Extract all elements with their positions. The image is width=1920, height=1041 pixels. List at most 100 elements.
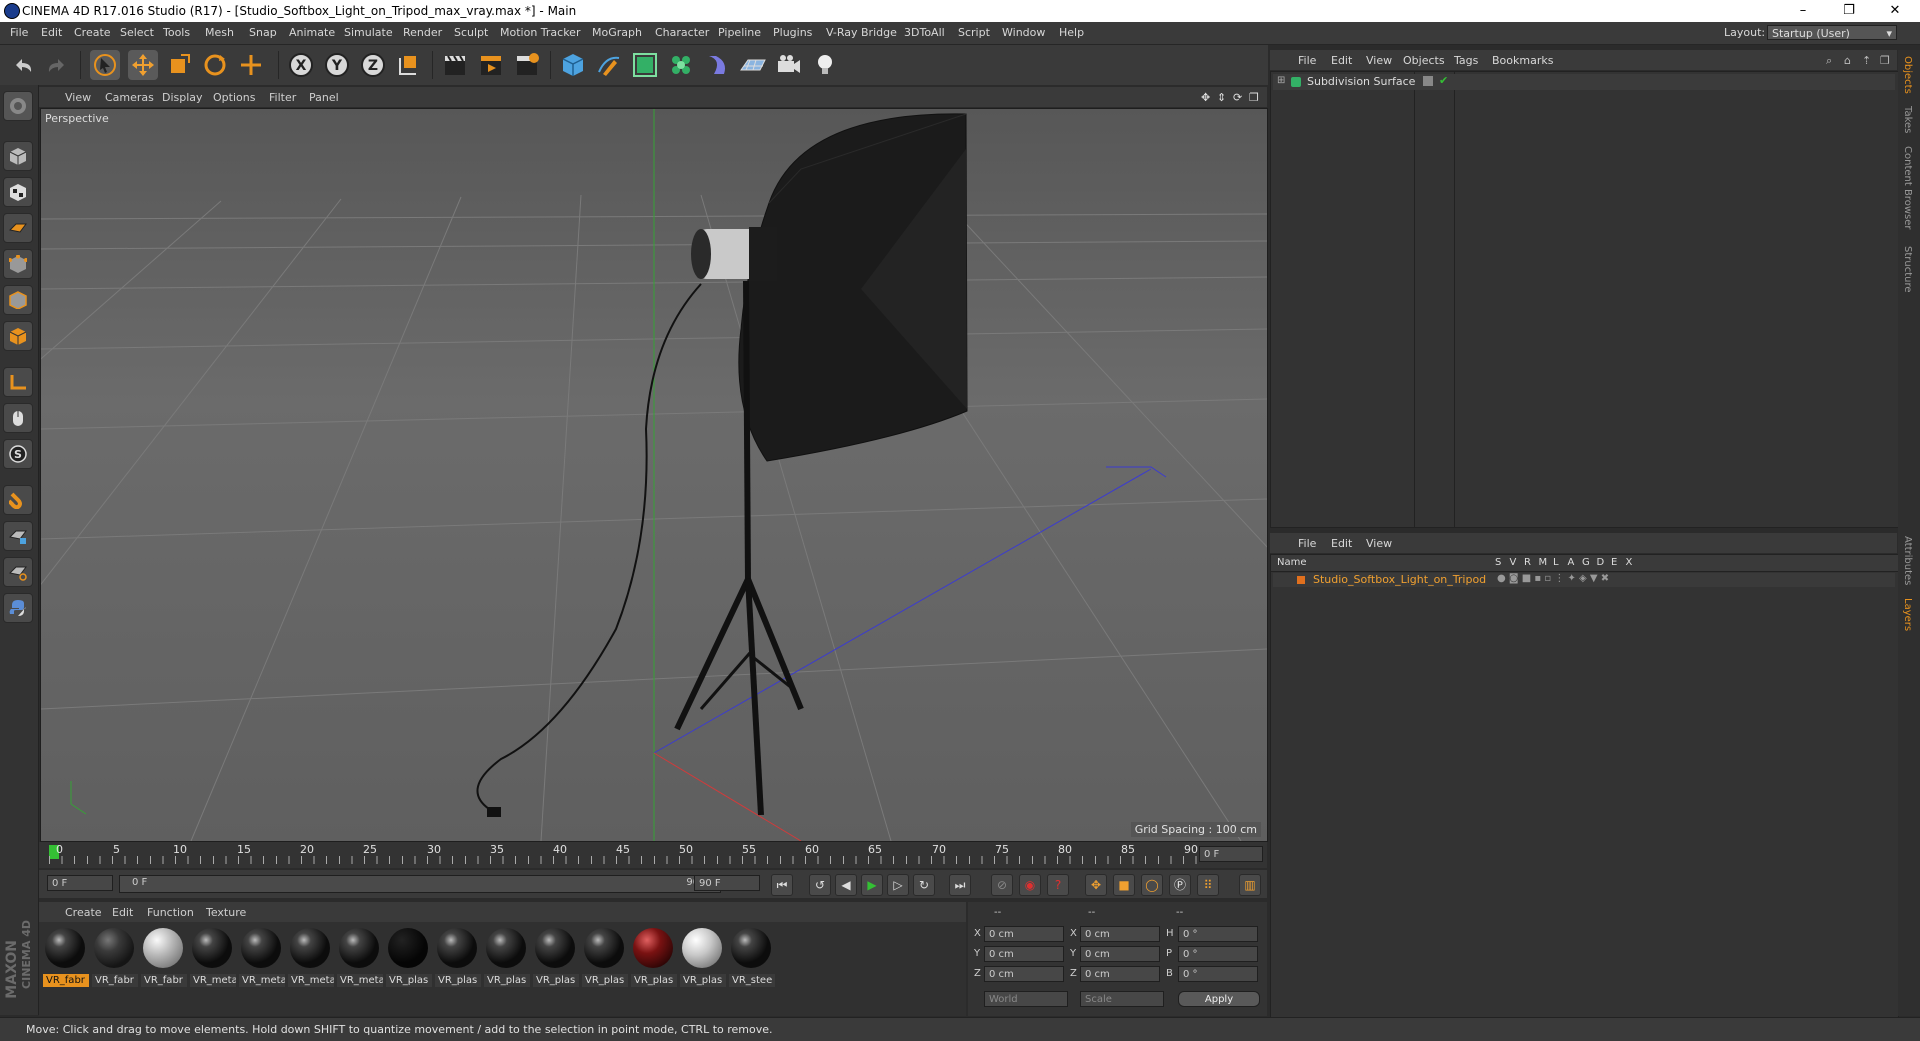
menu-animate[interactable]: Animate bbox=[289, 26, 335, 39]
restore-button[interactable]: ❐ bbox=[1826, 0, 1872, 22]
add-mograph-button[interactable] bbox=[666, 50, 696, 80]
menu-mesh[interactable]: Mesh bbox=[205, 26, 234, 39]
texture-mode-button[interactable] bbox=[3, 177, 33, 207]
menu-window[interactable]: Window bbox=[1002, 26, 1045, 39]
layer-column-d[interactable]: D bbox=[1597, 557, 1605, 568]
snap-button[interactable]: S bbox=[3, 439, 33, 469]
menu-edit[interactable]: Edit bbox=[41, 26, 62, 39]
key-rotation-button[interactable]: ◯ bbox=[1141, 874, 1163, 896]
scale-tool-button[interactable] bbox=[164, 50, 194, 80]
object-menu-tags[interactable]: Tags bbox=[1454, 54, 1478, 67]
viewport-maximize-icon[interactable]: ❐ bbox=[1249, 91, 1259, 104]
next-frame-button[interactable]: ▷ bbox=[887, 874, 909, 896]
layout-select[interactable]: Startup (User) ▾ bbox=[1767, 25, 1897, 40]
menu-vray-bridge[interactable]: V-Ray Bridge bbox=[826, 26, 897, 39]
material-menu-edit[interactable]: Edit bbox=[112, 906, 133, 919]
tweak-mode-button[interactable] bbox=[3, 403, 33, 433]
viewport-menu-cameras[interactable]: Cameras bbox=[105, 91, 154, 104]
add-camera-button[interactable] bbox=[774, 50, 804, 80]
material-swatch[interactable]: VR_meta bbox=[190, 926, 236, 988]
close-button[interactable]: ✕ bbox=[1872, 0, 1918, 22]
edges-mode-button[interactable] bbox=[3, 285, 33, 315]
material-swatch[interactable]: VR_meta bbox=[337, 926, 383, 988]
object-row-subdivision-surface[interactable]: ⊞ Subdivision Surface ✔ bbox=[1273, 74, 1895, 90]
y-axis-button[interactable]: Y bbox=[322, 50, 352, 80]
go-to-start-button[interactable]: ⏮ bbox=[771, 874, 793, 896]
points-mode-button[interactable] bbox=[3, 249, 33, 279]
material-swatch[interactable]: VR_plas bbox=[533, 926, 579, 988]
menu-script[interactable]: Script bbox=[958, 26, 990, 39]
tab-content-browser[interactable]: Content Browser bbox=[1902, 146, 1913, 229]
material-swatch[interactable]: VR_meta bbox=[239, 926, 285, 988]
viewport-menu-options[interactable]: Options bbox=[213, 91, 255, 104]
material-swatch[interactable]: VR_stee bbox=[729, 926, 775, 988]
position-x-field[interactable]: 0 cm bbox=[984, 926, 1064, 942]
menu-plugins[interactable]: Plugins bbox=[773, 26, 812, 39]
layer-menu-file[interactable]: File bbox=[1298, 537, 1316, 550]
material-menu-create[interactable]: Create bbox=[65, 906, 102, 919]
viewport-rotate-icon[interactable]: ⟳ bbox=[1233, 91, 1242, 104]
viewport-menu-filter[interactable]: Filter bbox=[269, 91, 296, 104]
live-selection-button[interactable] bbox=[90, 50, 120, 80]
add-spline-button[interactable] bbox=[594, 50, 624, 80]
new-window-icon[interactable]: ❐ bbox=[1880, 54, 1890, 67]
object-menu-bookmarks[interactable]: Bookmarks bbox=[1492, 54, 1553, 67]
menu-simulate[interactable]: Simulate bbox=[344, 26, 393, 39]
undo-button[interactable] bbox=[8, 50, 38, 80]
menu-3dtoall[interactable]: 3DToAll bbox=[904, 26, 945, 39]
menu-pipeline[interactable]: Pipeline bbox=[718, 26, 761, 39]
size-x-field[interactable]: 0 cm bbox=[1080, 926, 1160, 942]
end-frame-field[interactable]: 90 F bbox=[694, 875, 760, 891]
up-arrow-icon[interactable]: ⇡ bbox=[1862, 54, 1871, 67]
viewport-menu-display[interactable]: Display bbox=[162, 91, 203, 104]
previous-key-button[interactable]: ↺ bbox=[809, 874, 831, 896]
keyframe-selection-button[interactable]: ? bbox=[1047, 874, 1069, 896]
viewport-menu-panel[interactable]: Panel bbox=[309, 91, 339, 104]
apply-button[interactable]: Apply bbox=[1178, 991, 1260, 1007]
x-axis-button[interactable]: X bbox=[286, 50, 316, 80]
z-axis-button[interactable]: Z bbox=[358, 50, 388, 80]
rotation-p-field[interactable]: 0 ° bbox=[1178, 946, 1258, 962]
menu-motion-tracker[interactable]: Motion Tracker bbox=[500, 26, 580, 39]
material-swatch[interactable]: VR_plas bbox=[631, 926, 677, 988]
python-button[interactable] bbox=[3, 593, 33, 623]
layer-column-e[interactable]: E bbox=[1611, 557, 1617, 568]
rotation-b-field[interactable]: 0 ° bbox=[1178, 966, 1258, 982]
viewport-perspective[interactable]: Perspective Grid Spacing : 100 cm bbox=[40, 108, 1268, 842]
workplane-mode-button[interactable] bbox=[3, 213, 33, 243]
play-button[interactable]: ▶ bbox=[861, 874, 883, 896]
planar-workplane-button[interactable] bbox=[3, 557, 33, 587]
material-swatch[interactable]: VR_plas bbox=[680, 926, 726, 988]
axis-mode-button[interactable] bbox=[3, 367, 33, 397]
position-y-field[interactable]: 0 cm bbox=[984, 946, 1064, 962]
enabled-check-icon[interactable]: ✔ bbox=[1439, 74, 1448, 87]
layer-column-r[interactable]: R bbox=[1524, 557, 1531, 568]
viewport-menu-view[interactable]: View bbox=[65, 91, 91, 104]
layer-menu-view[interactable]: View bbox=[1366, 537, 1392, 550]
position-z-field[interactable]: 0 cm bbox=[984, 966, 1064, 982]
model-mode-button[interactable] bbox=[3, 141, 33, 171]
layer-column-a[interactable]: A bbox=[1568, 557, 1575, 568]
menu-tools[interactable]: Tools bbox=[163, 26, 190, 39]
add-cube-button[interactable] bbox=[558, 50, 588, 80]
viewport-dolly-icon[interactable]: ⇕ bbox=[1217, 91, 1226, 104]
size-mode-select[interactable]: Scale bbox=[1080, 991, 1164, 1007]
layer-column-v[interactable]: V bbox=[1510, 557, 1517, 568]
size-z-field[interactable]: 0 cm bbox=[1080, 966, 1160, 982]
add-floor-button[interactable] bbox=[738, 50, 768, 80]
material-swatch[interactable]: VR_fabr bbox=[43, 926, 89, 988]
object-menu-objects[interactable]: Objects bbox=[1403, 54, 1445, 67]
render-picture-viewer-button[interactable] bbox=[476, 50, 506, 80]
menu-character[interactable]: Character bbox=[655, 26, 709, 39]
redo-button[interactable] bbox=[42, 50, 72, 80]
add-generator-button[interactable] bbox=[630, 50, 660, 80]
material-swatch[interactable]: VR_fabr bbox=[92, 926, 138, 988]
add-light-button[interactable] bbox=[810, 50, 840, 80]
rotation-h-field[interactable]: 0 ° bbox=[1178, 926, 1258, 942]
size-y-field[interactable]: 0 cm bbox=[1080, 946, 1160, 962]
move-tool-button[interactable] bbox=[128, 50, 158, 80]
object-menu-file[interactable]: File bbox=[1298, 54, 1316, 67]
material-menu-function[interactable]: Function bbox=[147, 906, 194, 919]
frame-range-slider[interactable]: 0 F 90 F bbox=[119, 875, 721, 893]
autokey-button[interactable]: ◉ bbox=[1019, 874, 1041, 896]
